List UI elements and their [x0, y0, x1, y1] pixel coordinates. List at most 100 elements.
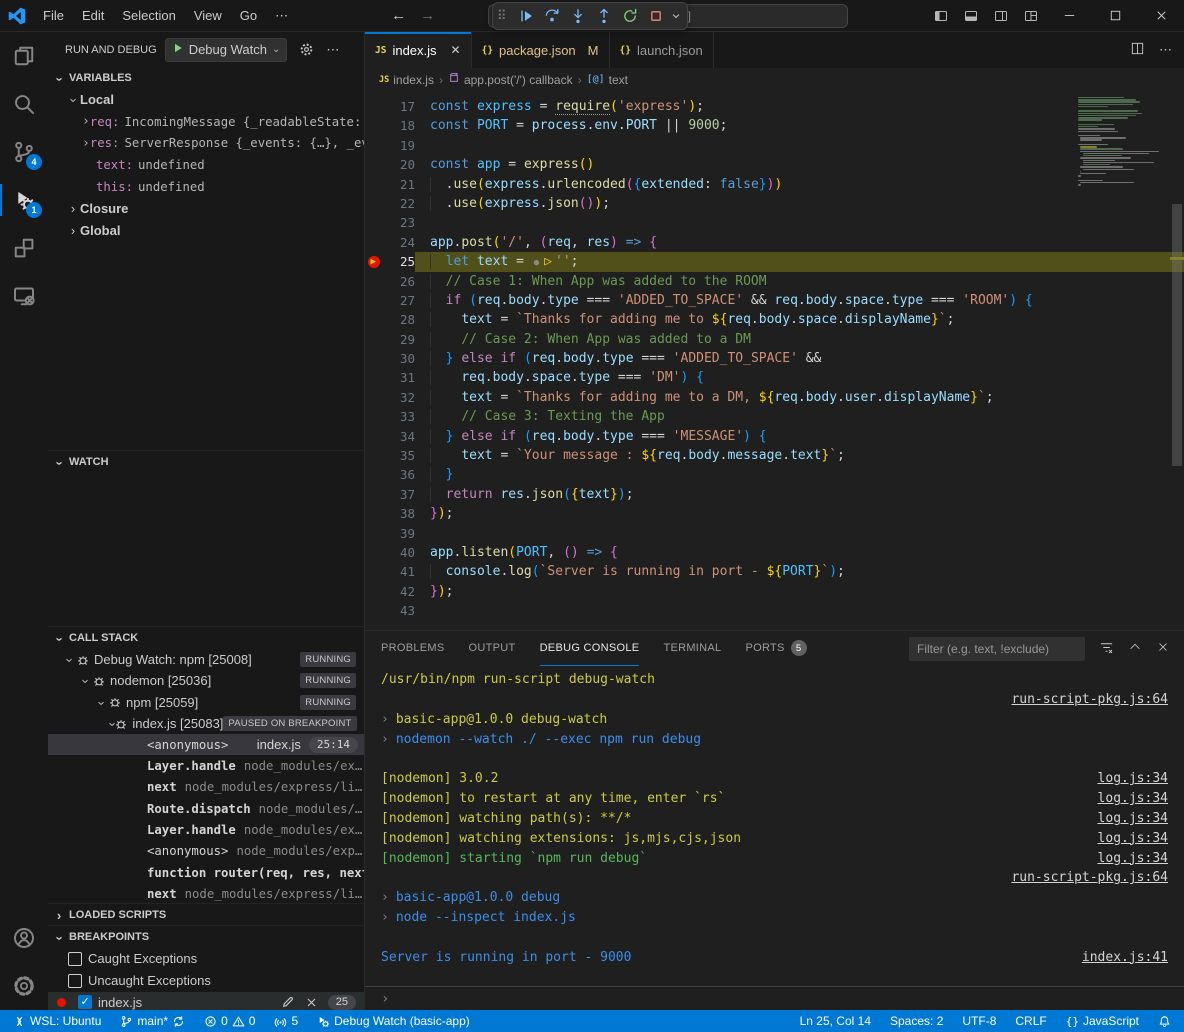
line-number[interactable]: 43 [385, 601, 415, 620]
code-line[interactable]: 23 [365, 213, 1184, 232]
code-line[interactable]: 28 text = `Thanks for adding me to ${req… [365, 310, 1184, 329]
breadcrumb-item[interactable]: [@]text [587, 73, 628, 87]
code-line[interactable]: 30 } else if (req.body.type === 'ADDED_T… [365, 349, 1184, 368]
console-source-link[interactable]: log.js:34 [1098, 851, 1168, 866]
stack-frame-row[interactable]: <anonymous>node_modules/express… [48, 841, 364, 862]
console-source-link[interactable]: log.js:34 [1098, 791, 1168, 806]
code-line[interactable]: 43 [365, 601, 1184, 620]
variables-header[interactable]: ›VARIABLES [48, 67, 364, 89]
close-x-icon[interactable] [305, 996, 318, 1009]
code-line[interactable]: 32 text = `Thanks for adding me to a DM,… [365, 388, 1184, 407]
code-line[interactable]: 21 .use(express.urlencoded({extended: fa… [365, 175, 1184, 194]
console-source-link[interactable]: run-script-pkg.js:64 [1011, 692, 1168, 707]
scope-local[interactable]: ›Local [48, 89, 364, 111]
code-line[interactable]: 38}); [365, 504, 1184, 523]
gutter-glyph[interactable] [365, 562, 385, 581]
line-number[interactable]: 31 [385, 368, 415, 387]
line-number[interactable]: 42 [385, 582, 415, 601]
code-line[interactable]: 40app.listen(PORT, () => { [365, 543, 1184, 562]
activitybar-settings-gear[interactable] [0, 962, 48, 1010]
line-number[interactable]: 26 [385, 272, 415, 291]
breadcrumb-item[interactable]: JSindex.js [379, 73, 434, 87]
line-number[interactable]: 18 [385, 116, 415, 135]
tab-package-json[interactable]: {}package.jsonM [472, 32, 610, 68]
variable-row[interactable]: ›req:IncomingMessage {_readableState: … [48, 111, 364, 133]
toggle-panel-icon[interactable] [956, 1, 986, 31]
console-source-link[interactable]: index.js:41 [1082, 950, 1168, 965]
code-line[interactable]: 42}); [365, 582, 1184, 601]
code-line[interactable]: 20const app = express() [365, 155, 1184, 174]
activitybar-files[interactable] [0, 32, 48, 80]
output-chevron-icon[interactable]: › [381, 890, 389, 905]
code-line[interactable]: 18const PORT = process.env.PORT || 9000; [365, 116, 1184, 135]
gutter-glyph[interactable] [365, 213, 385, 232]
statusbar-notifications[interactable] [1155, 1010, 1174, 1032]
tab-close-icon[interactable]: ✕ [451, 43, 461, 57]
console-source-link[interactable]: log.js:34 [1098, 831, 1168, 846]
menu-file[interactable]: File [34, 5, 73, 27]
activitybar-extensions[interactable] [0, 224, 48, 272]
gutter-glyph[interactable] [365, 194, 385, 213]
statusbar-cursor-position[interactable]: Ln 25, Col 14 [797, 1010, 874, 1032]
menu-more[interactable]: ⋯ [266, 5, 297, 27]
pencil-icon[interactable] [281, 995, 295, 1009]
code-line[interactable]: 17const express = require('express'); [365, 97, 1184, 116]
line-number[interactable]: 23 [385, 213, 415, 232]
gutter-glyph[interactable] [365, 446, 385, 465]
stack-frame-row[interactable]: Layer.handlenode_modules/expres… [48, 755, 364, 776]
code-line[interactable]: 36 } [365, 465, 1184, 484]
menu-edit[interactable]: Edit [73, 5, 113, 27]
menu-view[interactable]: View [185, 5, 231, 27]
debug-settings-gear-icon[interactable] [299, 42, 314, 57]
gutter-glyph[interactable] [365, 427, 385, 446]
editor-scrollbar[interactable] [1170, 91, 1184, 630]
line-number[interactable]: 29 [385, 330, 415, 349]
gutter-glyph[interactable] [365, 252, 385, 271]
gutter-glyph[interactable] [365, 155, 385, 174]
gutter-glyph[interactable] [365, 543, 385, 562]
gutter-glyph[interactable] [365, 388, 385, 407]
activitybar-search[interactable] [0, 80, 48, 128]
code-line[interactable]: 33 // Case 3: Texting the App [365, 407, 1184, 426]
breakpoint-row[interactable]: Caught Exceptions [48, 948, 364, 970]
code-line[interactable]: 35 text = `Your message : ${req.body.mes… [365, 446, 1184, 465]
line-number[interactable]: 37 [385, 485, 415, 504]
line-number[interactable]: 32 [385, 388, 415, 407]
line-number[interactable]: 30 [385, 349, 415, 368]
debug-session-row[interactable]: ›Debug Watch: npm [25008]RUNNING [48, 649, 364, 670]
output-chevron-icon[interactable]: › [381, 712, 389, 727]
gutter-glyph[interactable] [365, 368, 385, 387]
line-number[interactable]: 24 [385, 233, 415, 252]
gutter-glyph[interactable] [365, 116, 385, 135]
scope-closure[interactable]: ›Closure [48, 198, 364, 220]
stack-frame-row[interactable]: function router(req, res, next) {.pr… [48, 862, 364, 883]
close-panel-icon[interactable] [1156, 640, 1170, 657]
statusbar-ports-forwarded[interactable]: 5 [271, 1010, 301, 1032]
code-line[interactable]: 25 let text = ●▷''; [365, 252, 1184, 271]
nav-back-icon[interactable]: ← [391, 7, 406, 24]
activitybar-account[interactable] [0, 914, 48, 962]
gutter-glyph[interactable] [365, 407, 385, 426]
watch-header[interactable]: ›WATCH [48, 451, 364, 473]
panel-tab-output[interactable]: OUTPUT [469, 632, 516, 666]
breakpoints-header[interactable]: ›BREAKPOINTS [48, 926, 364, 948]
debug-console-repl[interactable]: › [365, 986, 1184, 1010]
statusbar-git-branch[interactable]: main* [117, 1010, 188, 1032]
breakpoint-checkbox[interactable] [78, 995, 92, 1009]
split-editor-icon[interactable] [1130, 41, 1145, 59]
code-line[interactable]: 39 [365, 524, 1184, 543]
chevron-down-button[interactable] [669, 4, 683, 28]
gutter-glyph[interactable] [365, 291, 385, 310]
line-number[interactable]: 17 [385, 97, 415, 116]
output-chevron-icon[interactable]: › [381, 910, 389, 925]
launch-config-dropdown[interactable]: Debug Watch ⌄ [165, 38, 288, 62]
code-line[interactable]: 22 .use(express.json()); [365, 194, 1184, 213]
variable-row[interactable]: text:undefined [48, 154, 364, 176]
console-filter-input[interactable]: Filter (e.g. text, !exclude) [909, 637, 1085, 661]
code-line[interactable]: 31 req.body.space.type === 'DM') { [365, 368, 1184, 387]
gutter-glyph[interactable] [365, 485, 385, 504]
gutter-glyph[interactable] [365, 601, 385, 620]
panel-tab-ports[interactable]: PORTS5 [745, 632, 806, 666]
line-number[interactable]: 39 [385, 524, 415, 543]
line-number[interactable]: 22 [385, 194, 415, 213]
